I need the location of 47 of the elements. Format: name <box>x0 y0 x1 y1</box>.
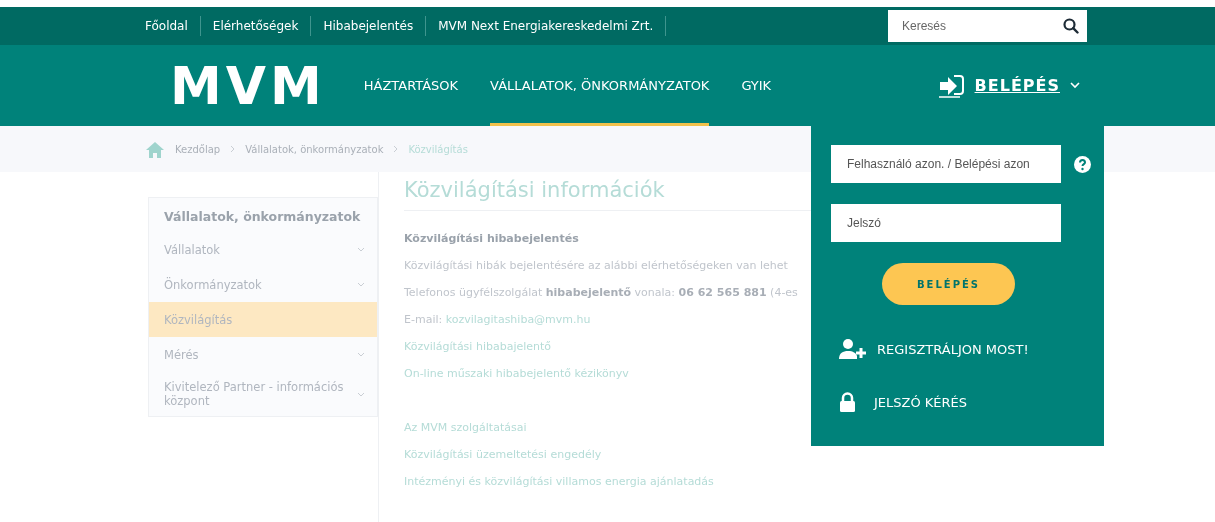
content-link[interactable]: Közvilágítási hibabajelentő <box>404 333 552 360</box>
login-button[interactable]: BELÉPÉS <box>882 263 1015 305</box>
chevron-down-icon <box>1070 82 1080 89</box>
search-icon[interactable] <box>1063 18 1079 34</box>
nav-tab[interactable]: GYIK <box>741 45 772 126</box>
sign-in-icon <box>938 73 965 98</box>
top-link[interactable]: MVM Next Energiakereskedelmi Zrt. <box>426 16 667 36</box>
section-heading: Közvilágítási hibabejelentés <box>404 231 579 247</box>
chevron-right-icon <box>230 145 236 153</box>
password-field[interactable]: Jelszó <box>831 204 1061 242</box>
sidebar-item[interactable]: Kivitelező Partner - információs központ <box>149 372 377 416</box>
login-label: BELÉPÉS <box>974 76 1060 95</box>
sidebar-item-label: Önkormányzatok <box>164 277 262 292</box>
search-field[interactable]: Keresés <box>888 10 1087 42</box>
content-link[interactable]: Intézményi és közvilágítási villamos energia ajánlatadás <box>404 468 714 495</box>
sidebar-item-label: Kivitelező Partner - információs központ <box>164 380 344 408</box>
paragraph: Telefonos ügyfélszolgálat hibabejelentő vonala: 06 62 565 881 (4-es <box>404 285 798 301</box>
breadcrumb-link[interactable]: Kezdőlap <box>175 143 221 155</box>
help-icon[interactable] <box>1074 155 1091 173</box>
chevron-right-icon <box>393 145 399 153</box>
username-field[interactable]: Felhasználó azon. / Belépési azon <box>831 145 1061 183</box>
sidebar-item-label: Mérés <box>164 347 199 362</box>
paragraph: Közvilágítási hibák bejelentésére az alábbi elérhetőségeken van lehet <box>404 258 788 274</box>
breadcrumb-link[interactable]: Közvilágítás <box>408 143 468 155</box>
add-user-icon <box>839 339 867 359</box>
sidebar-item-label: Közvilágítás <box>164 312 233 327</box>
sidebar-title: Vállalatok, önkormányzatok <box>163 208 362 226</box>
sidebar-item[interactable]: Önkormányzatok <box>149 267 377 302</box>
content-link[interactable]: Az MVM szolgáltatásai <box>404 414 527 441</box>
login-link[interactable]: BELÉPÉS <box>938 45 1080 126</box>
email-link[interactable]: kozvilagitashiba@mvm.hu <box>445 313 591 326</box>
breadcrumb-link[interactable]: Vállalatok, önkormányzatok <box>245 143 384 155</box>
top-link[interactable]: Elérhetőségek <box>200 16 312 36</box>
logo[interactable]: MVM <box>170 59 326 112</box>
sidebar-item[interactable]: Vállalatok <box>149 232 377 267</box>
content-link[interactable]: Közvilágítási üzemeltetési engedély <box>404 441 602 468</box>
sidebar-item-label: Vállalatok <box>164 242 220 257</box>
sidebar-item[interactable]: Mérés <box>149 337 377 372</box>
top-link[interactable]: Főoldal <box>145 16 201 36</box>
top-link[interactable]: Hibabejelentés <box>311 16 427 36</box>
password-request-link[interactable]: JELSZÓ KÉRÉS <box>839 392 1104 412</box>
lock-icon <box>839 392 856 412</box>
content-link[interactable]: On-line műszaki hibabejelentő kézikönyv <box>404 360 629 387</box>
register-link[interactable]: REGISZTRÁLJON MOST! <box>839 339 1104 359</box>
sidebar-item[interactable]: Közvilágítás <box>149 302 377 337</box>
email-line: E-mail: kozvilagitashiba@mvm.hu <box>404 312 591 328</box>
nav-tab[interactable]: HÁZTARTÁSOK <box>363 45 459 126</box>
